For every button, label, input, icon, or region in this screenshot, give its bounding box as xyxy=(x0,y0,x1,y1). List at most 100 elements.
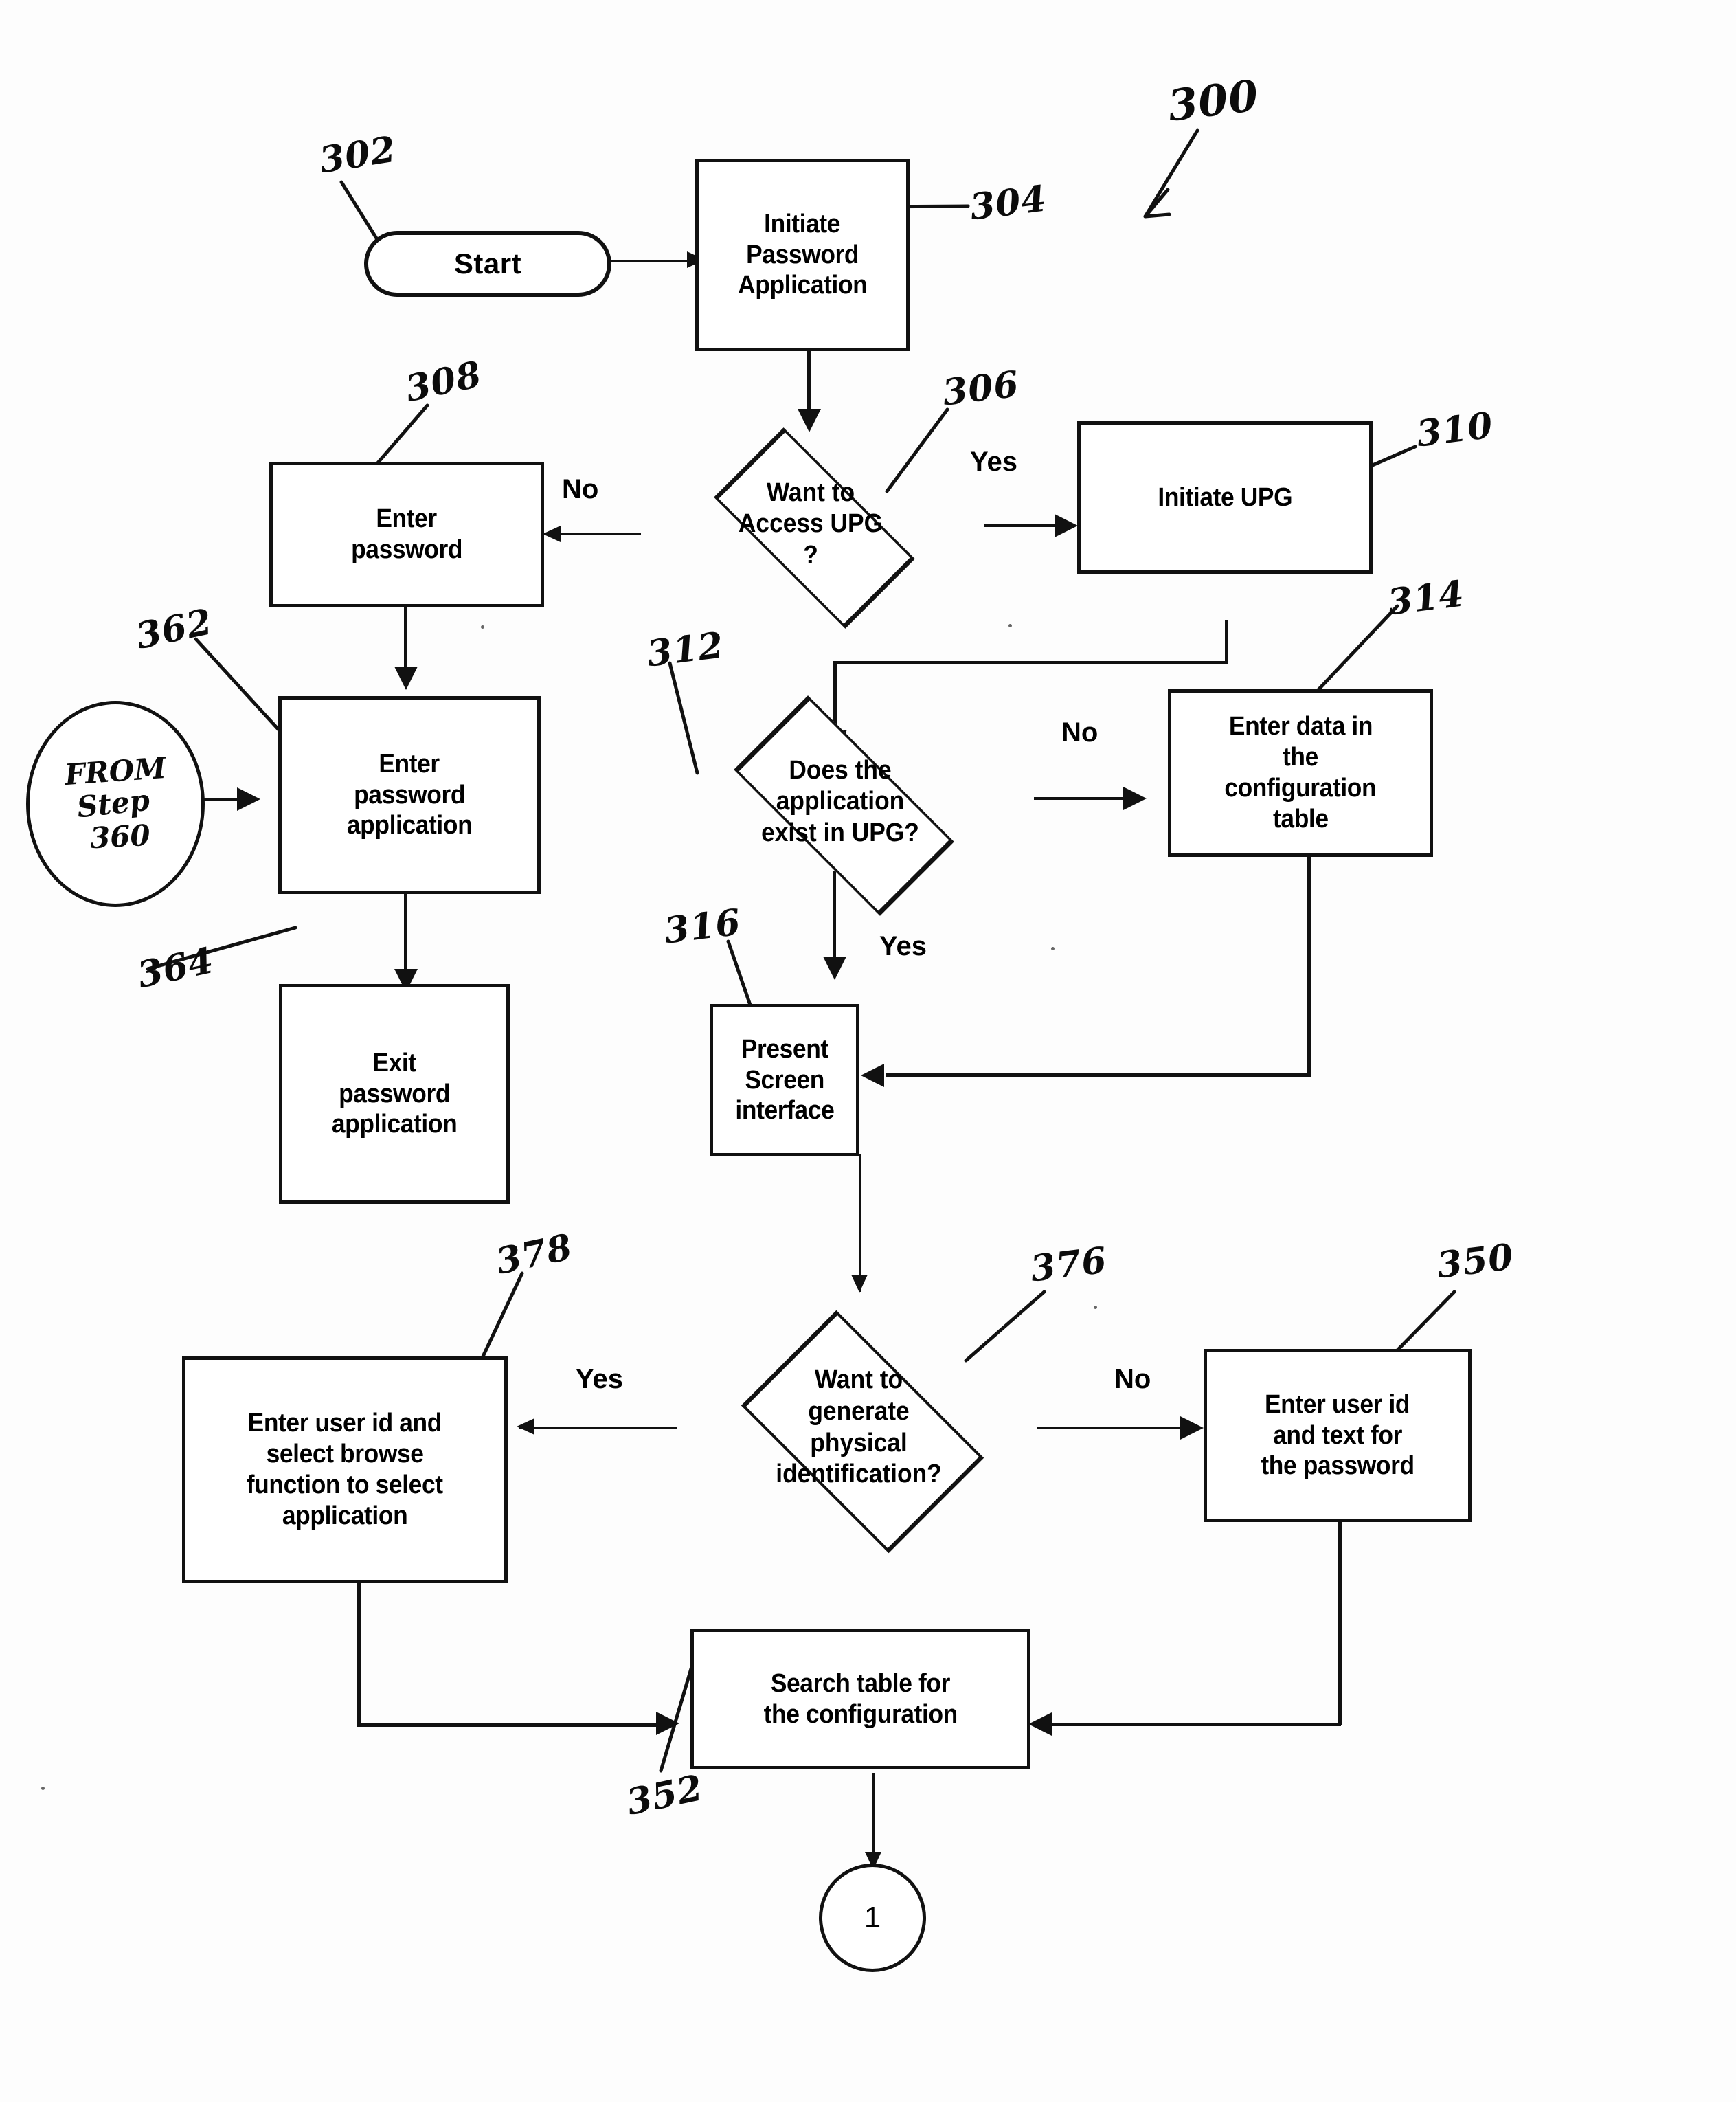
node-present-screen-interface-line1: Present xyxy=(741,1034,828,1064)
node-want-generate-physical-id-line3: physical xyxy=(810,1428,908,1457)
arrowhead-enterdata-to-present xyxy=(861,1064,884,1087)
node-present-screen-interface[interactable]: Present Screen interface xyxy=(710,1004,859,1156)
edge-enterpassword-to-enterpwapp xyxy=(404,606,407,671)
node-enter-password-line2: password xyxy=(351,535,462,564)
ref-numeral-376: 376 xyxy=(1028,1239,1109,1290)
arrowhead-initiate-to-upgdecision xyxy=(798,409,821,432)
node-want-generate-physical-id[interactable]: Want to generate physical identification… xyxy=(660,1299,1058,1556)
branch-label-upg-no: No xyxy=(562,474,599,504)
edge-useridtext-down xyxy=(1338,1522,1342,1725)
node-enter-data-configuration-table[interactable]: Enter data in the configuration table xyxy=(1168,689,1433,857)
edge-browsebox-down xyxy=(357,1582,361,1726)
branch-label-physid-yes: Yes xyxy=(576,1364,623,1394)
edge-physid-to-browsebox xyxy=(519,1427,677,1429)
node-enter-userid-browse-function-line4: application xyxy=(282,1501,408,1530)
arrowhead-useridtext-to-search xyxy=(1028,1712,1052,1736)
node-enter-password-application-line2: password xyxy=(354,780,465,809)
ref-numeral-350: 350 xyxy=(1434,1236,1516,1287)
node-enter-userid-browse-function[interactable]: Enter user id and select browse function… xyxy=(182,1356,508,1583)
edge-initiate-to-upgdecision xyxy=(807,350,811,414)
edge-browsebox-right xyxy=(357,1723,673,1727)
node-initiate-password-application-line2: Password xyxy=(745,240,859,269)
scan-speck xyxy=(1051,947,1055,950)
node-want-access-upg-text: Want to Access UPG ? xyxy=(648,432,973,617)
node-search-table-configuration[interactable]: Search table for the configuration xyxy=(690,1629,1030,1769)
node-enter-userid-browse-function-line2: select browse xyxy=(266,1440,424,1469)
arrowhead-fromstep360-to-enterpwapp xyxy=(237,787,260,811)
arrowhead-upgdecision-to-enterpassword xyxy=(543,526,561,542)
node-enter-userid-text-password-line3: the password xyxy=(1261,1451,1414,1481)
patent-figure-page: Start Initiate Password Application Want… xyxy=(0,0,1736,2102)
node-from-step-360[interactable]: FROM Step 360 xyxy=(26,701,205,907)
edge-start-to-initiate xyxy=(611,260,694,262)
arrowhead-present-to-physiddecision xyxy=(851,1275,868,1293)
edge-present-to-physiddecision xyxy=(859,1154,861,1292)
branch-label-exists-yes: Yes xyxy=(879,931,927,961)
edge-useridtext-left xyxy=(1051,1723,1341,1726)
node-initiate-password-application[interactable]: Initiate Password Application xyxy=(695,159,910,351)
scan-speck xyxy=(1094,1306,1097,1309)
node-want-access-upg-line1: Want to xyxy=(766,478,855,507)
edge-existsdecision-to-enterdata xyxy=(1034,797,1137,800)
ref-numeral-306: 306 xyxy=(940,363,1022,414)
node-exit-password-application[interactable]: Exit password application xyxy=(279,984,510,1204)
ref-numeral-362: 362 xyxy=(132,601,216,658)
node-start[interactable]: Start xyxy=(364,231,611,297)
node-initiate-password-application-line1: Initiate xyxy=(764,209,841,238)
node-from-step-360-line1: FROM xyxy=(63,751,168,792)
node-application-exists-upg-line1: Does the xyxy=(789,755,892,785)
ref-numeral-314: 314 xyxy=(1385,572,1467,624)
node-application-exists-upg-line2: application xyxy=(776,787,905,816)
edge-enterdata-left xyxy=(886,1073,1311,1077)
branch-label-upg-yes: Yes xyxy=(970,447,1017,477)
edge-initiateupg-left xyxy=(833,661,1228,664)
node-exit-password-application-line3: application xyxy=(331,1110,458,1139)
ref-numeral-316: 316 xyxy=(662,901,743,952)
ref-numeral-fig-300: 300 xyxy=(1165,70,1262,131)
branch-label-exists-no: No xyxy=(1061,717,1098,748)
node-enter-userid-text-password[interactable]: Enter user id and text for the password xyxy=(1204,1349,1472,1522)
arrowhead-browsebox-to-search xyxy=(656,1712,679,1735)
node-enter-userid-browse-function-line3: function to select xyxy=(247,1471,443,1499)
node-enter-data-configuration-table-line1: Enter data in xyxy=(1228,712,1373,741)
node-search-table-configuration-line2: the configuration xyxy=(763,1699,958,1729)
scan-speck xyxy=(41,1787,45,1790)
edge-physid-to-useridtext xyxy=(1037,1427,1202,1429)
node-exit-password-application-line1: Exit xyxy=(372,1048,416,1077)
ref-numeral-302: 302 xyxy=(316,128,399,182)
node-initiate-password-application-line3: Application xyxy=(737,271,868,300)
node-offpage-connector-1[interactable]: 1 xyxy=(819,1864,926,1972)
node-offpage-connector-1-label: 1 xyxy=(864,1901,881,1934)
node-present-screen-interface-line2: Screen xyxy=(745,1065,824,1095)
node-enter-data-configuration-table-line4: table xyxy=(1272,804,1329,834)
node-initiate-upg-label: Initiate UPG xyxy=(1158,482,1292,512)
node-want-generate-physical-id-line4: identification? xyxy=(776,1460,942,1489)
node-application-exists-upg-text: Does the application exist in UPG? xyxy=(658,702,1022,902)
edge-enterpwapp-to-exitpwapp xyxy=(404,893,407,979)
node-want-generate-physical-id-text: Want to generate physical identification… xyxy=(673,1299,1044,1556)
arrowhead-existsdecision-to-enterdata xyxy=(1123,787,1147,810)
branch-label-physid-no: No xyxy=(1114,1364,1151,1394)
ref-numeral-312: 312 xyxy=(644,624,726,675)
node-enter-password-line1: Enter xyxy=(376,504,438,534)
node-exit-password-application-line2: password xyxy=(339,1079,450,1108)
node-enter-password-application[interactable]: Enter password application xyxy=(278,696,541,894)
arrowhead-physid-to-useridtext xyxy=(1180,1416,1204,1440)
ref-numeral-352: 352 xyxy=(622,1767,707,1824)
node-want-access-upg[interactable]: Want to Access UPG ? xyxy=(635,427,986,629)
node-want-generate-physical-id-line2: generate xyxy=(808,1396,910,1426)
node-initiate-upg[interactable]: Initiate UPG xyxy=(1077,421,1373,574)
edge-enterdata-down xyxy=(1307,856,1311,1075)
node-application-exists-upg-line3: exist in UPG? xyxy=(761,818,919,847)
node-enter-userid-text-password-line2: and text for xyxy=(1273,1420,1402,1450)
node-enter-data-configuration-table-line3: configuration xyxy=(1224,774,1377,803)
edge-initiateupg-down xyxy=(1225,620,1228,664)
arrowhead-existsdecision-to-present xyxy=(823,957,846,980)
node-enter-password[interactable]: Enter password xyxy=(269,462,544,607)
node-enter-userid-browse-function-line1: Enter user id and xyxy=(247,1409,442,1438)
node-application-exists-upg[interactable]: Does the application exist in UPG? xyxy=(644,695,1036,916)
node-start-label: Start xyxy=(453,247,522,280)
node-want-access-upg-line2: Access UPG xyxy=(738,509,883,539)
node-present-screen-interface-line3: interface xyxy=(735,1096,834,1126)
node-want-access-upg-line3: ? xyxy=(803,540,818,570)
